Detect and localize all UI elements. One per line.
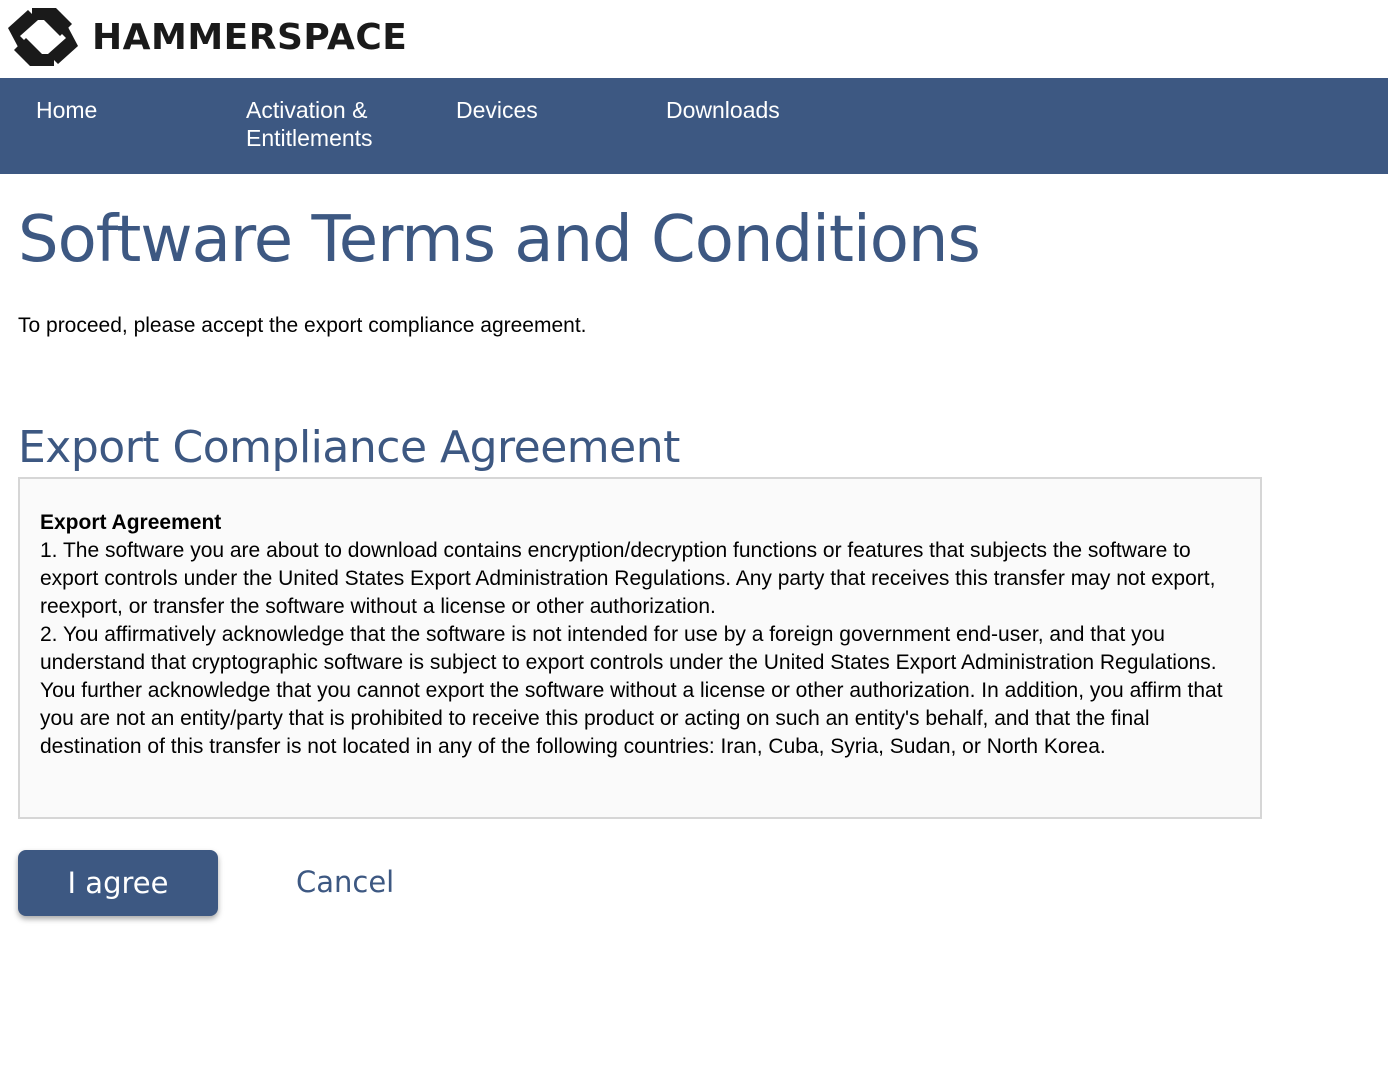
agreement-paragraph-2: 2. You affirmatively acknowledge that th… [40, 623, 1223, 758]
main-nav: Home Activation & Entitlements Devices D… [0, 78, 1388, 174]
hammerspace-logo-icon [8, 8, 78, 66]
nav-item-home[interactable]: Home [36, 96, 97, 124]
brand-logo[interactable]: HAMMERSPACE [6, 6, 407, 68]
brand-name: HAMMERSPACE [92, 17, 408, 58]
page: HAMMERSPACE Home Activation & Entitlemen… [0, 0, 1388, 1084]
agreement-box: Export Agreement 1. The software you are… [18, 477, 1262, 819]
cancel-link[interactable]: Cancel [296, 862, 394, 902]
agreement-heading: Export Agreement [40, 511, 222, 534]
agreement-paragraph-1: 1. The software you are about to downloa… [40, 539, 1216, 618]
intro-text: To proceed, please accept the export com… [18, 314, 587, 337]
nav-item-devices[interactable]: Devices [456, 96, 538, 124]
section-title: Export Compliance Agreement [18, 422, 680, 473]
agree-button[interactable]: I agree [18, 850, 218, 916]
page-title: Software Terms and Conditions [18, 203, 981, 277]
nav-item-downloads[interactable]: Downloads [666, 96, 780, 124]
nav-item-label: Activation & Entitlements [246, 97, 373, 151]
site-header: HAMMERSPACE [0, 0, 1388, 78]
nav-item-activation-entitlements[interactable]: Activation & Entitlements [246, 96, 396, 152]
